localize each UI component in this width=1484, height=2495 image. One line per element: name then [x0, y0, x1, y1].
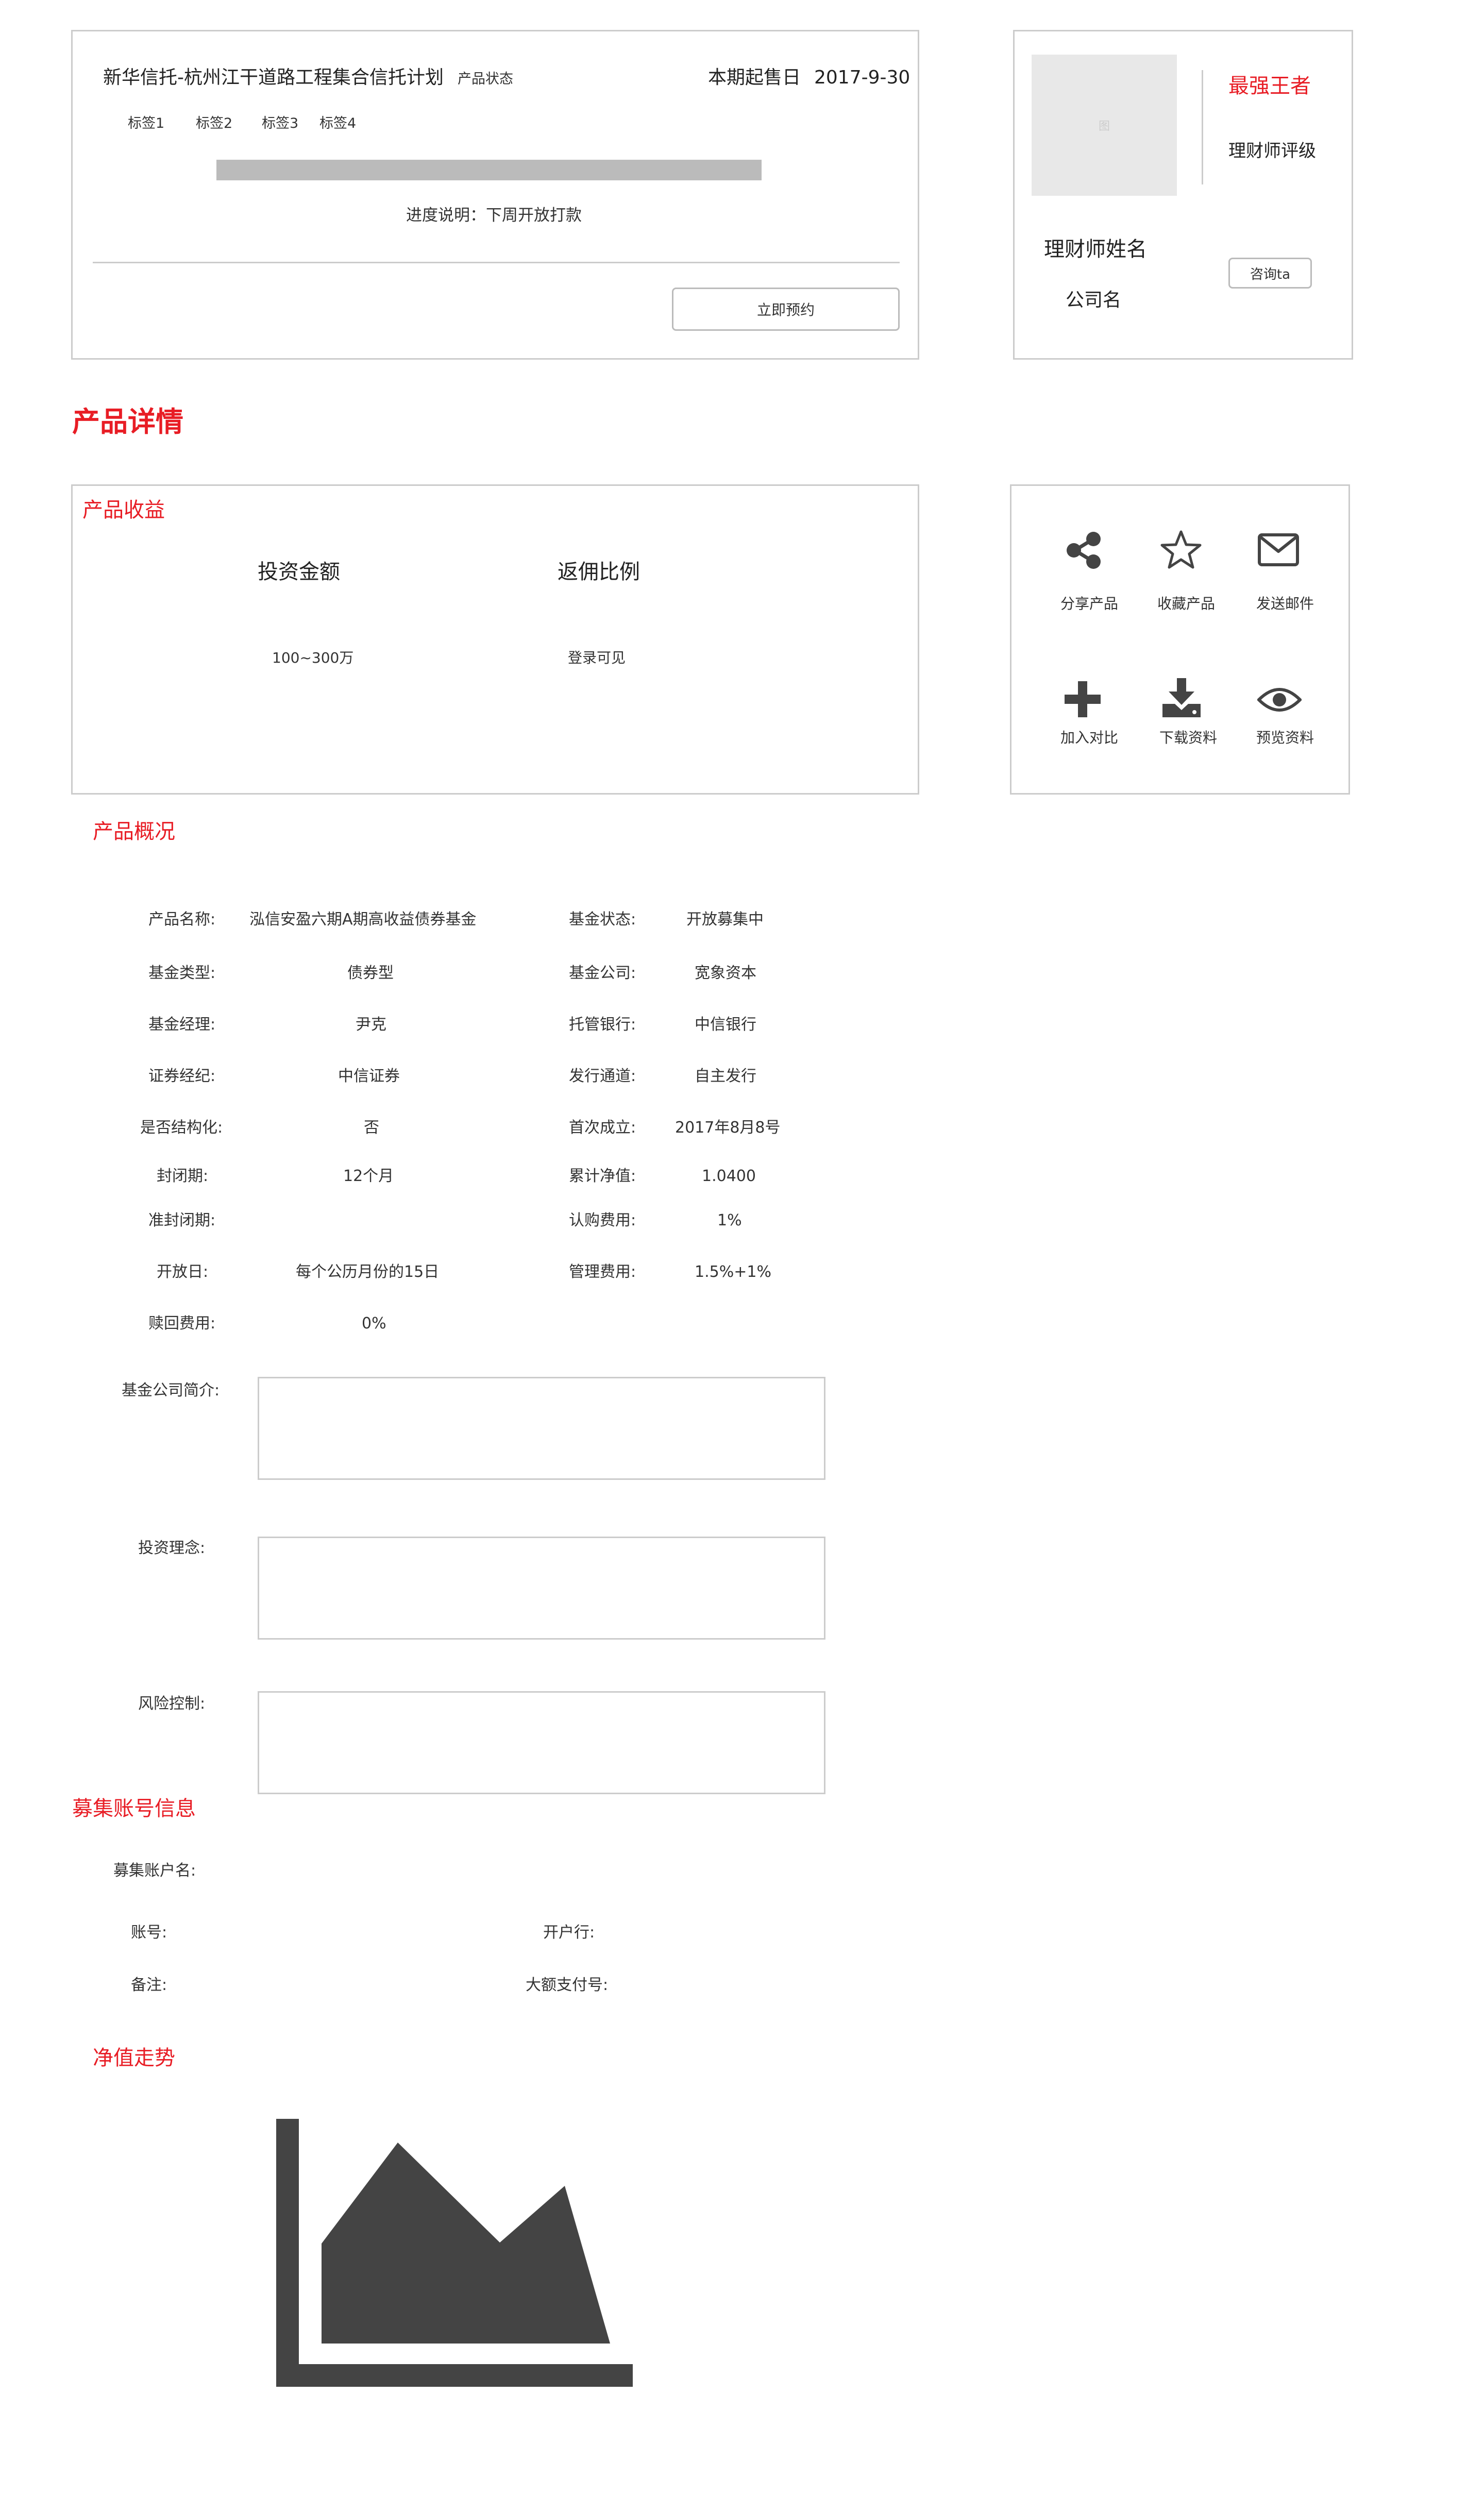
- account-number-label: 账号:: [131, 1924, 167, 1942]
- reserve-button[interactable]: 立即预约: [672, 288, 900, 331]
- account-name-label: 募集账户名:: [113, 1862, 196, 1880]
- header-divider: [93, 262, 900, 263]
- overview-label: 赎回费用:: [148, 1314, 216, 1333]
- product-tag: 标签3: [262, 115, 299, 131]
- advisor-rating-label: 理财师评级: [1228, 141, 1316, 161]
- overview-label: 托管银行:: [569, 1016, 636, 1034]
- philosophy-label: 投资理念:: [138, 1539, 206, 1557]
- avatar-placeholder-text: 图: [1098, 120, 1110, 133]
- overview-value: 泓信安盈六期A期高收益债券基金: [249, 911, 477, 929]
- overview-value: 1.5%+1%: [695, 1263, 771, 1281]
- income-card: [71, 484, 919, 795]
- advisor-avatar: 图: [1032, 55, 1177, 196]
- plus-icon[interactable]: [1065, 681, 1101, 717]
- mail-icon[interactable]: [1257, 533, 1300, 567]
- product-title: 新华信托-杭州江干道路工程集合信托计划: [103, 67, 444, 88]
- advisor-badge: 最强王者: [1228, 74, 1311, 98]
- philosophy-box[interactable]: [258, 1537, 825, 1640]
- download-icon[interactable]: [1161, 678, 1202, 717]
- large-payment-number-label: 大额支付号:: [526, 1976, 609, 1994]
- overview-value: 债券型: [347, 964, 394, 982]
- detail-section-title: 产品详情: [72, 406, 183, 438]
- risk-control-label: 风险控制:: [138, 1695, 206, 1713]
- overview-value: 自主发行: [695, 1067, 756, 1085]
- overview-value: 12个月: [343, 1167, 394, 1185]
- send-mail-label[interactable]: 发送邮件: [1256, 597, 1314, 611]
- overview-label: 基金经理:: [148, 1016, 216, 1034]
- product-tag: 标签4: [319, 115, 357, 131]
- company-intro-box[interactable]: [258, 1377, 825, 1480]
- company-intro-label: 基金公司简介:: [122, 1381, 220, 1400]
- overview-label: 发行通道:: [569, 1067, 636, 1085]
- download-material-label[interactable]: 下载资料: [1159, 731, 1217, 745]
- share-product-label[interactable]: 分享产品: [1060, 597, 1118, 611]
- bank-label: 开户行:: [543, 1924, 595, 1942]
- income-col-amount-header: 投资金额: [258, 560, 340, 584]
- advisor-company: 公司名: [1066, 290, 1122, 311]
- sale-date: 2017-9-30: [814, 67, 910, 88]
- overview-label: 基金状态:: [569, 911, 636, 929]
- overview-value: 1.0400: [702, 1167, 756, 1185]
- progress-note: 进度说明：下周开放打款: [406, 206, 582, 225]
- area-chart-icon: [276, 2119, 633, 2389]
- overview-title: 产品概况: [93, 820, 175, 844]
- overview-label: 是否结构化:: [140, 1119, 223, 1137]
- overview-value: 开放募集中: [686, 911, 764, 929]
- overview-value: 2017年8月8号: [675, 1119, 781, 1137]
- overview-value: 0%: [362, 1314, 386, 1333]
- favorite-product-label[interactable]: 收藏产品: [1157, 597, 1215, 611]
- risk-control-box[interactable]: [258, 1691, 825, 1794]
- overview-value: 尹克: [356, 1016, 386, 1034]
- overview-label: 封闭期:: [157, 1167, 209, 1185]
- overview-value: 中信银行: [695, 1016, 756, 1034]
- product-status-label: 产品状态: [458, 71, 513, 87]
- income-col-commission-header: 返佣比例: [558, 560, 640, 584]
- overview-label: 首次成立:: [569, 1119, 636, 1137]
- nav-trend-title: 净值走势: [93, 2046, 175, 2070]
- overview-label: 开放日:: [157, 1263, 209, 1281]
- product-tag: 标签2: [196, 115, 233, 131]
- overview-label: 基金类型:: [148, 964, 216, 982]
- overview-label: 管理费用:: [569, 1263, 636, 1281]
- overview-value: 每个公历月份的15日: [296, 1263, 440, 1281]
- preview-material-label[interactable]: 预览资料: [1256, 731, 1314, 745]
- income-title: 产品收益: [82, 498, 165, 522]
- eye-icon[interactable]: [1257, 686, 1302, 713]
- income-commission-value: 登录可见: [568, 649, 626, 666]
- advisor-divider: [1202, 70, 1203, 184]
- remark-label: 备注:: [131, 1976, 167, 1994]
- share-icon[interactable]: [1063, 531, 1104, 570]
- product-tag: 标签1: [128, 115, 165, 131]
- overview-label: 基金公司:: [569, 964, 636, 982]
- overview-value: 宽象资本: [695, 964, 756, 982]
- sale-date-label: 本期起售日: [708, 67, 801, 88]
- overview-label: 累计净值:: [569, 1167, 636, 1185]
- overview-label: 准封闭期:: [148, 1211, 216, 1229]
- account-info-title: 募集账号信息: [72, 1797, 196, 1820]
- star-icon[interactable]: [1160, 530, 1202, 570]
- overview-value: 1%: [717, 1211, 742, 1229]
- add-compare-label[interactable]: 加入对比: [1060, 731, 1118, 745]
- overview-label: 产品名称:: [148, 911, 216, 929]
- overview-label: 认购费用:: [569, 1211, 636, 1229]
- overview-label: 证券经纪:: [148, 1067, 216, 1085]
- overview-value: 中信证券: [338, 1067, 400, 1085]
- income-amount-value: 100~300万: [272, 649, 354, 666]
- advisor-name: 理财师姓名: [1044, 238, 1147, 261]
- progress-bar: [216, 160, 762, 180]
- consult-button[interactable]: 咨询ta: [1228, 258, 1312, 289]
- overview-value: 否: [364, 1119, 379, 1137]
